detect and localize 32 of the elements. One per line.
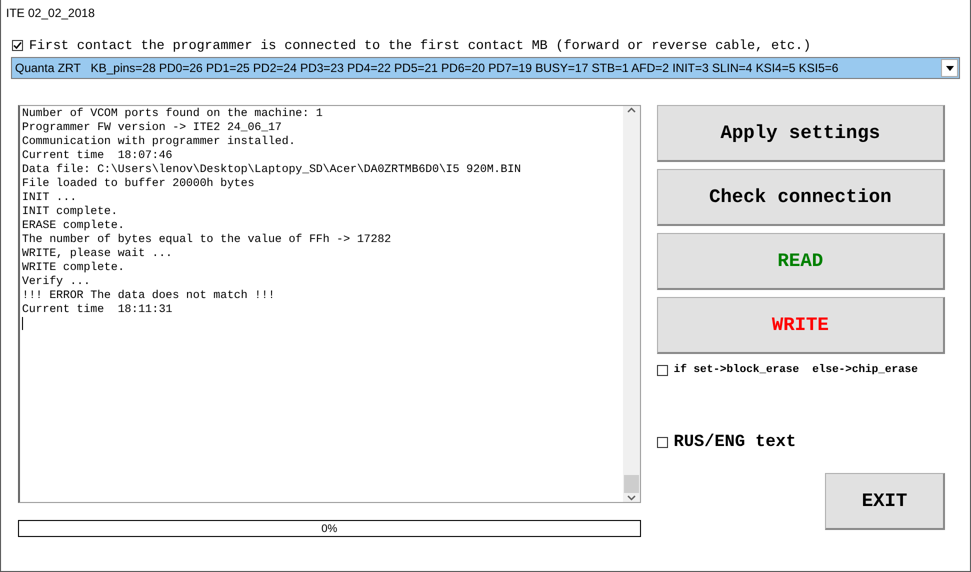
log-line: INIT ... <box>22 191 78 205</box>
progress-reading: 0% <box>321 522 338 534</box>
scroll-thumb[interactable] <box>624 475 639 493</box>
log-line: Current time 18:07:46 <box>22 149 174 163</box>
log-line: Communication with programmer installed. <box>22 135 296 149</box>
log-line: Verify ... <box>22 275 90 289</box>
log-line: Data file: C:\Users\lenov\Desktop\Laptopy_SD\Acer\DA0ZRTMB6D0\I5 920M.BIN <box>22 163 522 177</box>
checkbox-label: if set->block_erase else->chip_erase <box>674 364 918 376</box>
action-button[interactable]: Apply settings <box>656 105 945 162</box>
action-button[interactable]: READ <box>656 233 945 290</box>
log-line: Current time 18:11:31 <box>22 303 174 317</box>
checkbox-label: First contact the programmer is connected to the first contact MB (forward or reverse cable, etc.) <box>29 38 811 53</box>
log-line: Number of VCOM ports found on the machine: 1 <box>22 107 324 121</box>
checkbox[interactable] <box>656 364 668 376</box>
log-line: File loaded to buffer 20000h bytes <box>22 177 256 191</box>
checkbox-label: RUS/ENG text <box>674 433 796 452</box>
log-textarea[interactable] <box>18 105 641 503</box>
exit-button[interactable]: EXIT <box>825 473 945 530</box>
pinout-dropdown[interactable]: Quanta ZRT KB_pins=28 PD0=26 PD1=25 PD2=24 PD3=23 PD4=22 PD5=21 PD6=20 PD7=19 BUSY=17 STB=1 AFD=2 INIT=3 SLIN=4 KSI4=5 KSI5=6 <box>11 57 960 79</box>
scroll-up-icon[interactable] <box>626 107 636 113</box>
log-line: INIT complete. <box>22 205 119 219</box>
log-line: WRITE, please wait ... <box>22 247 174 261</box>
checkbox[interactable] <box>12 40 23 51</box>
scroll-down-icon[interactable] <box>626 495 636 501</box>
action-button[interactable]: Check connection <box>656 169 945 226</box>
log-line: WRITE complete. <box>22 261 126 275</box>
checkbox[interactable] <box>656 437 668 448</box>
log-line: ERASE complete. <box>22 219 126 233</box>
log-line: The number of bytes equal to the value of FFh -> 17282 <box>22 233 392 247</box>
window-title: ITE 02_02_2018 <box>5 5 96 22</box>
log-line: !!! ERROR The data does not match !!! <box>22 289 276 303</box>
log-line: Programmer FW version -> ITE2 24_06_17 <box>22 121 283 135</box>
